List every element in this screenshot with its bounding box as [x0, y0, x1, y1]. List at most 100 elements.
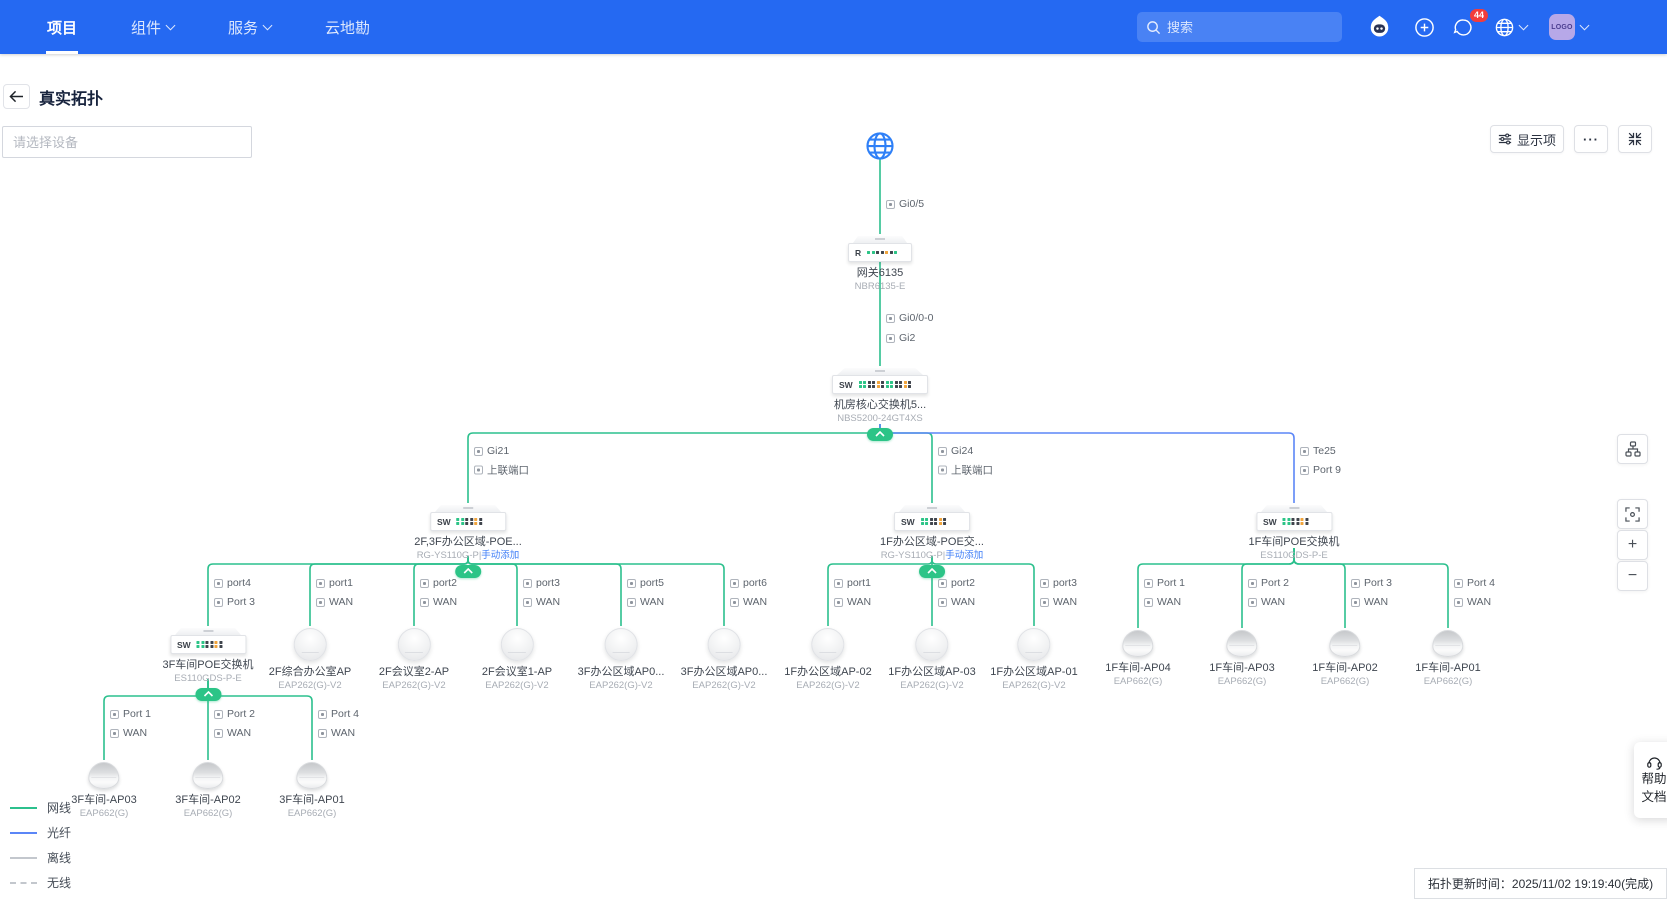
nav-tab-components[interactable]: 组件 [104, 0, 201, 54]
port-label: WAN [1454, 596, 1491, 608]
zoom-in-button[interactable]: + [1617, 530, 1648, 560]
port-icon [1351, 598, 1360, 607]
ap-ceiling-icon [915, 628, 948, 661]
topology-node-ap-1f-cj-03[interactable]: 1F车间-AP03EAP662(G) [1209, 630, 1274, 688]
port-label: WAN [1351, 596, 1388, 608]
topology-node-ap-1f-bg-02[interactable]: 1F办公区域AP-02EAP262(G)-V2 [784, 628, 871, 692]
port-label: WAN [318, 727, 355, 739]
port-icon [214, 729, 223, 738]
port-icon [1454, 579, 1463, 588]
port-label: WAN [627, 596, 664, 608]
port-icon [523, 598, 532, 607]
chevron-up-icon [927, 568, 937, 574]
topology-node-ap-2f-hys1[interactable]: 2F会议室1-APEAP262(G)-V2 [482, 628, 552, 692]
nav-tab-label: 项目 [47, 17, 77, 38]
ap-dome-icon [296, 762, 327, 789]
back-button[interactable] [3, 84, 30, 109]
port-icon [1248, 598, 1257, 607]
internet-globe-icon [865, 131, 895, 161]
search-box[interactable] [1137, 12, 1342, 42]
device-model: EAP262(G)-V2 [485, 680, 548, 691]
port-icon [834, 598, 843, 607]
device-model: NBS5200-24GT4XS [837, 413, 923, 424]
nav-tab-services[interactable]: 服务 [201, 0, 298, 54]
port-icon [627, 598, 636, 607]
port-icon [1300, 447, 1309, 456]
port-label: WAN [834, 596, 871, 608]
topology-node-ap-2f-zhb[interactable]: 2F综合办公室APEAP262(G)-V2 [269, 628, 352, 692]
port-label: port1 [834, 577, 871, 589]
device-model: EAP662(G) [288, 808, 337, 819]
more-actions-button[interactable]: ··· [1574, 125, 1608, 153]
zoom-out-button[interactable]: − [1617, 561, 1648, 591]
chevron-up-icon [463, 568, 473, 574]
device-select-input[interactable] [2, 126, 252, 158]
topology-node-ap-3f-cj-03[interactable]: 3F车间-AP03EAP662(G) [71, 762, 136, 820]
manual-add-link[interactable]: 手动添加 [481, 550, 519, 561]
topology-node-ap-1f-cj-04[interactable]: 1F车间-AP04EAP662(G) [1105, 630, 1170, 688]
port-icon [420, 579, 429, 588]
port-label: Port 3 [1351, 577, 1392, 589]
nav-tab-survey[interactable]: 云地勘 [298, 0, 397, 54]
device-name: 1F车间-AP02 [1312, 662, 1377, 675]
search-input[interactable] [1167, 20, 1317, 35]
device-model: EAP662(G) [1424, 676, 1473, 687]
manual-add-link[interactable]: 手动添加 [945, 550, 983, 561]
topology-node-ap-3f-cj-01[interactable]: 3F车间-AP01EAP662(G) [279, 762, 344, 820]
switch-icon: SW [894, 505, 970, 531]
topology-node-sw-2f3f-office[interactable]: SW2F,3F办公区域-POE...RG-YS110G-P|手动添加 [414, 505, 522, 578]
topology-node-sw-1f-workshop[interactable]: SW1F车间POE交换机ES110GDS-P-E [1248, 505, 1339, 562]
topology-node-ap-1f-bg-03[interactable]: 1F办公区域AP-03EAP262(G)-V2 [888, 628, 975, 692]
add-icon[interactable] [1414, 17, 1435, 38]
collapse-chip[interactable] [455, 565, 481, 578]
minus-icon: − [1628, 567, 1637, 585]
port-icon [474, 447, 483, 456]
topology-node-ap-3f-bg-a[interactable]: 3F办公区域AP0...EAP262(G)-V2 [578, 628, 665, 692]
collapse-chip[interactable] [919, 565, 945, 578]
nav-right-cluster: 44 LOGO [1137, 0, 1588, 54]
device-model: EAP662(G) [1218, 676, 1267, 687]
device-name: 1F车间POE交换机 [1248, 536, 1339, 549]
display-options-button[interactable]: 显示项 [1490, 125, 1564, 153]
fit-screen-button[interactable] [1617, 499, 1648, 529]
nav-tab-projects[interactable]: 项目 [20, 0, 104, 54]
port-icon [886, 200, 895, 209]
exit-fullscreen-button[interactable] [1618, 125, 1652, 153]
collapse-chip[interactable] [867, 428, 893, 441]
collapse-chip[interactable] [195, 688, 221, 701]
device-model: EAP262(G)-V2 [278, 680, 341, 691]
language-globe-icon[interactable] [1494, 17, 1527, 38]
device-name: 2F,3F办公区域-POE... [414, 536, 522, 549]
legend-item-wireless: 无线 [10, 870, 71, 895]
topology-node-ap-3f-cj-02[interactable]: 3F车间-AP02EAP662(G) [175, 762, 240, 820]
port-icon [110, 710, 119, 719]
port-icon [214, 598, 223, 607]
topology-node-sw-1f-office[interactable]: SW1F办公区域-POE交...RG-YS110G-P|手动添加 [880, 505, 984, 578]
help-docs-widget[interactable]: 帮助 文档 [1634, 742, 1667, 818]
topology-node-ap-2f-hys2[interactable]: 2F会议室2-APEAP262(G)-V2 [379, 628, 449, 692]
topology-node-sw-3f-workshop[interactable]: SW3F车间POE交换机ES110GDS-P-E [162, 628, 253, 701]
topology-node-gateway[interactable]: R网关6135NBR6135-E [848, 236, 912, 293]
port-leds [867, 251, 897, 254]
topology-node-ap-1f-cj-01[interactable]: 1F车间-AP01EAP662(G) [1415, 630, 1480, 688]
legend-label: 网线 [47, 799, 71, 816]
port-leds [1283, 518, 1309, 526]
plus-icon: + [1628, 536, 1637, 554]
port-label: port3 [1040, 577, 1077, 589]
messages-icon[interactable]: 44 [1453, 17, 1474, 38]
top-nav: 项目 组件 服务 云地勘 44 LOGO [0, 0, 1667, 54]
layout-tree-button[interactable] [1617, 434, 1648, 464]
port-label: Port 1 [110, 708, 151, 720]
account-avatar[interactable]: LOGO [1549, 14, 1588, 40]
port-label: Port 2 [1248, 577, 1289, 589]
ap-ceiling-icon [1017, 628, 1050, 661]
topology-node-ap-1f-bg-01[interactable]: 1F办公区域AP-01EAP262(G)-V2 [990, 628, 1077, 692]
topology-node-core-switch[interactable]: SW机房核心交换机5...NBS5200-24GT4XS [832, 368, 928, 441]
topology-node-ap-1f-cj-02[interactable]: 1F车间-AP02EAP662(G) [1312, 630, 1377, 688]
topology-node-internet[interactable] [865, 131, 895, 161]
ai-assistant-icon[interactable] [1366, 14, 1393, 41]
ap-ceiling-icon [604, 628, 637, 661]
topology-node-ap-3f-bg-b[interactable]: 3F办公区域AP0...EAP262(G)-V2 [681, 628, 768, 692]
port-label: Port 9 [1300, 464, 1341, 476]
port-icon [1040, 579, 1049, 588]
